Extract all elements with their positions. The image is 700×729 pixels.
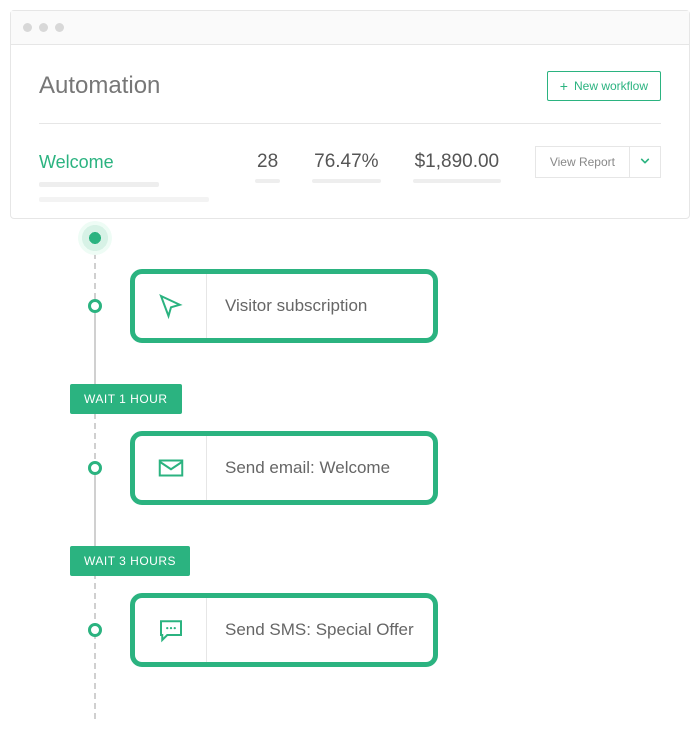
window-control-dot: [39, 23, 48, 32]
workflow-row: Welcome 28 76.47% $1,890.00 View Report: [39, 140, 661, 208]
workflow-name-text: Welcome: [39, 152, 114, 172]
panel-header: Automation + New workflow: [39, 71, 661, 101]
placeholder-line: [39, 197, 209, 202]
workflow-name[interactable]: Welcome: [39, 152, 239, 173]
flow-node-dot: [88, 623, 102, 637]
view-report-group: View Report: [535, 146, 661, 178]
stat-count: 28: [239, 151, 296, 173]
view-report-button[interactable]: View Report: [535, 146, 630, 178]
chevron-down-icon: [640, 156, 650, 166]
flow-step-trigger[interactable]: Visitor subscription: [130, 269, 438, 343]
app-window: Automation + New workflow Welcome 28 76.…: [10, 10, 690, 219]
flow-wait-badge: WAIT 1 HOUR: [70, 384, 182, 414]
flow-start-dot: [78, 221, 112, 255]
workflow-flow: Visitor subscription WAIT 1 HOUR Send em…: [70, 219, 690, 719]
sms-icon: [135, 598, 207, 662]
new-workflow-button[interactable]: + New workflow: [547, 71, 661, 101]
envelope-icon: [135, 436, 207, 500]
flow-step-label: Send SMS: Special Offer: [207, 620, 414, 640]
flow-step-label: Send email: Welcome: [207, 458, 390, 478]
flow-wait-badge: WAIT 3 HOURS: [70, 546, 190, 576]
flow-node-dot: [88, 461, 102, 475]
window-control-dot: [23, 23, 32, 32]
view-report-dropdown[interactable]: [630, 146, 661, 178]
stat-rate-value: 76.47%: [314, 151, 378, 172]
flow-node-dot: [88, 299, 102, 313]
flow-step-sms[interactable]: Send SMS: Special Offer: [130, 593, 438, 667]
stat-underline: [312, 179, 380, 183]
page-title: Automation: [39, 72, 160, 100]
stat-underline: [413, 179, 502, 183]
stat-revenue: $1,890.00: [397, 151, 518, 173]
window-control-dot: [55, 23, 64, 32]
placeholder-line: [39, 182, 159, 187]
automation-panel: Automation + New workflow Welcome 28 76.…: [11, 45, 689, 218]
stat-revenue-value: $1,890.00: [415, 151, 500, 172]
cursor-icon: [135, 274, 207, 338]
stat-underline: [255, 179, 280, 183]
new-workflow-label: New workflow: [574, 79, 648, 93]
stat-rate: 76.47%: [296, 151, 396, 173]
flow-step-label: Visitor subscription: [207, 296, 367, 316]
stat-count-value: 28: [257, 151, 278, 172]
flow-step-email[interactable]: Send email: Welcome: [130, 431, 438, 505]
window-titlebar: [11, 11, 689, 45]
plus-icon: +: [560, 79, 568, 93]
divider: [39, 123, 661, 124]
